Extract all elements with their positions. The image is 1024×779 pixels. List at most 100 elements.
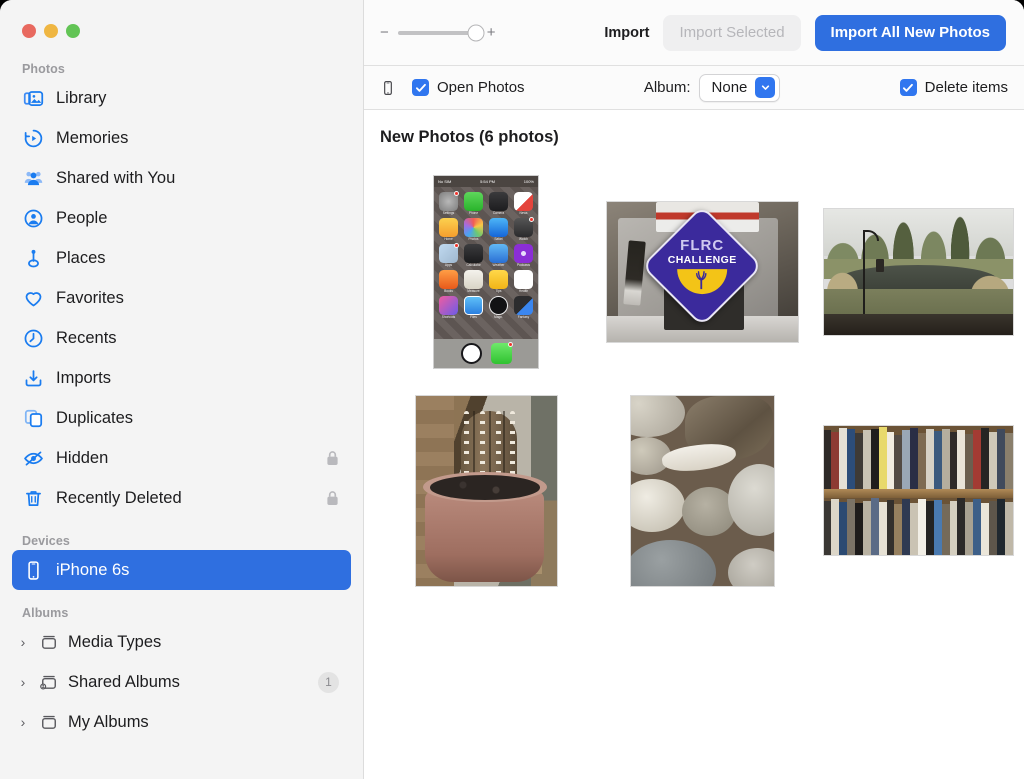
photo-thumbnail-flrc-challenge-sticker[interactable]: FLRC CHALLENGE (606, 201, 799, 343)
book (824, 430, 832, 489)
ios-app: Measure (463, 270, 484, 293)
app-icon (514, 270, 533, 289)
import-all-new-photos-button[interactable]: Import All New Photos (815, 15, 1006, 51)
sidebar-item-label: Favorites (56, 289, 124, 308)
iphone-icon (380, 77, 400, 99)
book (926, 501, 934, 555)
deck-railing (824, 314, 1013, 334)
photo-grid: No SIM 5:54 PM 100% Settings Phone Camer… (378, 169, 1004, 593)
ios-app: Watch (513, 218, 534, 241)
badge-dot (508, 342, 513, 347)
import-selected-button[interactable]: Import Selected (663, 15, 800, 51)
app-icon (514, 244, 533, 263)
ios-app: Shortcuts (438, 296, 459, 319)
app-icon (464, 244, 483, 263)
duplicates-icon (22, 407, 44, 429)
chevron-right-icon[interactable]: › (16, 674, 30, 690)
open-photos-checkbox-row[interactable]: Open Photos (412, 79, 525, 96)
book (902, 499, 910, 555)
sidebar-item-recently-deleted[interactable]: Recently Deleted (12, 478, 351, 518)
sidebar-item-label: Shared with You (56, 169, 175, 188)
photo-thumbnail-pond-landscape[interactable] (823, 208, 1014, 336)
sidebar-item-my-albums[interactable]: › My Albums (12, 702, 351, 742)
sidebar-item-media-types[interactable]: › Media Types (12, 622, 351, 662)
app-icon (489, 192, 508, 211)
delete-items-label: Delete items (925, 79, 1008, 96)
sidebar-section-photos-list: Library Memories Shared with You People (0, 78, 363, 518)
delete-items-checkbox[interactable] (900, 79, 917, 96)
zoom-button[interactable] (66, 24, 80, 38)
photos-window: Photos Library Memories Shared with You (0, 0, 1024, 779)
shared-album-icon (38, 671, 60, 693)
photo-grid-area: New Photos (6 photos) No SIM 5:54 PM 100… (364, 110, 1024, 779)
delete-items-checkbox-row[interactable]: Delete items (900, 79, 1008, 96)
minimize-button[interactable] (44, 24, 58, 38)
app-label: Podcasts (517, 264, 530, 267)
iphone-icon (22, 559, 44, 581)
album-stack-icon (38, 711, 60, 733)
slider-track[interactable] (398, 31, 478, 35)
book (847, 429, 855, 489)
sidebar-item-duplicates[interactable]: Duplicates (12, 398, 351, 438)
sidebar-item-recents[interactable]: Recents (12, 318, 351, 358)
thumbnail-size-slider[interactable]: − + (380, 25, 496, 40)
app-label: Magn. (494, 316, 503, 319)
book (934, 431, 942, 489)
sidebar-item-places[interactable]: Places (12, 238, 351, 278)
close-button[interactable] (22, 24, 36, 38)
sidebar-item-library[interactable]: Library (12, 78, 351, 118)
sidebar-item-iphone-6s[interactable]: iPhone 6s (12, 550, 351, 590)
app-label: Fantasy (518, 316, 529, 319)
sidebar-item-shared-albums[interactable]: › Shared Albums 1 (12, 662, 351, 702)
book (824, 501, 832, 555)
album-dropdown-value: None (712, 79, 748, 96)
photo-thumbnail-bookshelf[interactable] (823, 425, 1014, 556)
import-options-bar: Open Photos Album: None Delete items (364, 66, 1024, 110)
app-label: Watch (519, 238, 528, 241)
book (871, 429, 879, 490)
chevron-right-icon[interactable]: › (16, 634, 30, 650)
people-icon (22, 207, 44, 229)
badge-dot (529, 217, 534, 222)
sidebar-item-label: Places (56, 249, 106, 268)
album-dropdown[interactable]: None (699, 74, 781, 102)
app-icon (439, 270, 458, 289)
sidebar-item-memories[interactable]: Memories (12, 118, 351, 158)
sticker-line1: FLRC (661, 238, 743, 253)
chevron-down-icon[interactable] (755, 77, 775, 98)
photo-cell (594, 388, 810, 593)
app-label: Calculator (466, 264, 480, 267)
lock-icon (326, 490, 339, 506)
book (902, 430, 910, 489)
sticker-line2: CHALLENGE (661, 255, 743, 266)
tree-glyph (691, 270, 713, 290)
slider-thumb[interactable] (467, 24, 484, 41)
photo-thumbnail-river-rocks[interactable] (630, 395, 775, 587)
app-label: Safari (494, 238, 502, 241)
sidebar-item-shared-with-you[interactable]: Shared with You (12, 158, 351, 198)
photo-thumbnail-iphone-home-screen-screenshot[interactable]: No SIM 5:54 PM 100% Settings Phone Camer… (433, 175, 539, 369)
open-photos-checkbox[interactable] (412, 79, 429, 96)
book (950, 501, 958, 555)
heart-icon (22, 287, 44, 309)
zoom-in-label[interactable]: + (487, 25, 496, 40)
chevron-right-icon[interactable]: › (16, 714, 30, 730)
sidebar-item-imports[interactable]: Imports (12, 358, 351, 398)
photo-thumbnail-cactus-in-pot[interactable] (415, 395, 558, 587)
app-icon (439, 218, 458, 237)
shared-with-you-icon (22, 167, 44, 189)
badge-dot (454, 243, 459, 248)
ios-app: Podcasts (513, 244, 534, 267)
ios-app: Calculator (463, 244, 484, 267)
sidebar-item-people[interactable]: People (12, 198, 351, 238)
sidebar-item-hidden[interactable]: Hidden (12, 438, 351, 478)
book (965, 434, 973, 489)
sidebar-item-favorites[interactable]: Favorites (12, 278, 351, 318)
app-icon (464, 270, 483, 289)
toolbar: − + Import Import Selected Import All Ne… (364, 0, 1024, 66)
zoom-out-label[interactable]: − (380, 25, 389, 40)
book (918, 499, 926, 555)
sidebar-section-albums-title: Albums (0, 606, 363, 622)
ios-app: Tips (488, 270, 509, 293)
book (981, 428, 989, 489)
